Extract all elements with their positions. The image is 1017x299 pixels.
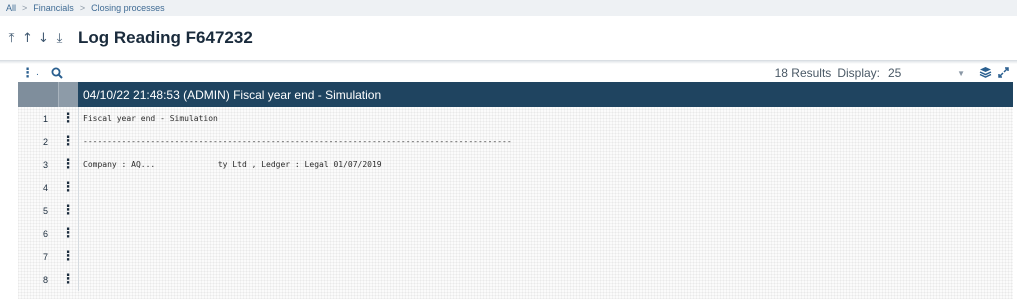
grid-toolbar: ⋮ . 18 Results Display: 25 ▼ (18, 64, 1013, 82)
table-row: 5 ⋮ (18, 199, 1013, 222)
breadcrumb-closing-processes[interactable]: Closing processes (91, 3, 165, 13)
row-menu-icon[interactable]: ⋮ (58, 180, 78, 195)
row-number: 7 (42, 251, 48, 262)
row-number: 5 (42, 205, 48, 216)
row-menu-icon[interactable]: ⋮ (58, 157, 78, 172)
table-row: 7 ⋮ (18, 245, 1013, 268)
row-divider (78, 107, 79, 130)
row-divider (78, 268, 79, 291)
row-menu-icon[interactable]: ⋮ (58, 272, 78, 287)
table-row: 1 ⋮ Fiscal year end - Simulation (18, 107, 1013, 130)
title-bar: ⤒ ↑ ↓ ⤓ Log Reading F647232 (0, 16, 1017, 61)
row-menu-icon[interactable]: ⋮ (58, 111, 78, 126)
page-title: Log Reading F647232 (78, 28, 253, 47)
next-record-icon[interactable]: ↓ (37, 31, 50, 46)
display-value: 25 (888, 66, 902, 80)
display-label: Display: (837, 66, 880, 80)
breadcrumb-financials[interactable]: Financials (33, 3, 74, 13)
results-area: 18 Results Display: 25 ▼ (775, 64, 1013, 82)
table-row: 6 ⋮ (18, 222, 1013, 245)
grid-header-title: 04/10/22 21:48:53 (ADMIN) Fiscal year en… (78, 82, 1013, 107)
row-divider (78, 222, 79, 245)
table-row: 8 ⋮ (18, 268, 1013, 291)
more-options-dot: . (36, 68, 39, 78)
expand-icon[interactable] (998, 66, 1009, 81)
row-menu-icon[interactable]: ⋮ (58, 249, 78, 264)
previous-record-icon[interactable]: ↑ (21, 31, 34, 46)
row-number: 8 (42, 274, 48, 285)
header-number-column (18, 82, 58, 107)
table-row: 3 ⋮ Company : AQ... ty Ltd , Ledger : Le… (18, 153, 1013, 176)
layers-icon[interactable] (979, 66, 992, 81)
record-navigation: ⤒ ↑ ↓ ⤓ (5, 31, 66, 46)
vertical-dots-icon[interactable]: ⋮ (21, 66, 34, 81)
breadcrumb: All > Financials > Closing processes (0, 0, 1017, 16)
search-icon[interactable] (51, 64, 63, 83)
row-number: 3 (42, 159, 48, 170)
row-number: 4 (42, 182, 48, 193)
row-divider (78, 153, 79, 176)
row-divider (78, 176, 79, 199)
grid-header: 04/10/22 21:48:53 (ADMIN) Fiscal year en… (18, 82, 1013, 107)
row-divider (78, 199, 79, 222)
row-divider (78, 130, 79, 153)
display-select[interactable]: 25 ▼ (888, 66, 973, 80)
row-text: ----------------------------------------… (83, 137, 512, 146)
log-grid: 04/10/22 21:48:53 (ADMIN) Fiscal year en… (18, 82, 1013, 299)
row-number: 6 (42, 228, 48, 239)
chevron-down-icon: ▼ (957, 68, 965, 78)
table-row: 2 ⋮ ------------------------------------… (18, 130, 1013, 153)
table-row: 4 ⋮ (18, 176, 1013, 199)
row-menu-icon[interactable]: ⋮ (58, 134, 78, 149)
row-number: 1 (42, 113, 48, 124)
first-record-icon[interactable]: ⤒ (5, 31, 18, 46)
header-menu-column (58, 82, 78, 107)
results-count: 18 Results (774, 66, 832, 80)
row-text: Company : AQ... ty Ltd , Ledger : Legal … (83, 160, 382, 169)
row-menu-icon[interactable]: ⋮ (58, 203, 78, 218)
chevron-right-icon: > (79, 3, 86, 13)
last-record-icon[interactable]: ⤓ (53, 31, 66, 46)
row-divider (78, 245, 79, 268)
row-menu-icon[interactable]: ⋮ (58, 226, 78, 241)
row-number: 2 (42, 136, 48, 147)
row-text: Fiscal year end - Simulation (83, 114, 218, 123)
chevron-right-icon: > (22, 3, 28, 13)
breadcrumb-all[interactable]: All (6, 3, 16, 13)
